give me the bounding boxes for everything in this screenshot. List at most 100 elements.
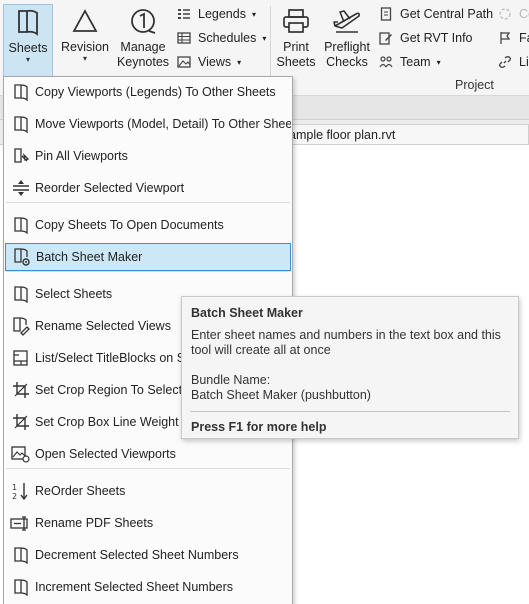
menu-item-reorder-sheets[interactable]: 1 2 ReOrder Sheets: [5, 477, 291, 505]
co-button[interactable]: Co: [497, 5, 529, 23]
schedules-dropdown[interactable]: Schedules ▾: [176, 29, 266, 47]
menu-item-label: Increment Selected Sheet Numbers: [35, 580, 234, 594]
preflight-label-2: Checks: [326, 55, 368, 69]
team-dropdown[interactable]: Team ▾: [378, 53, 493, 71]
menu-item-label: Copy Viewports (Legends) To Other Sheets: [35, 85, 276, 99]
get-rvt-info-button[interactable]: Get RVT Info: [378, 29, 493, 47]
team-icon: [378, 54, 394, 70]
get-rvt-info-label: Get RVT Info: [400, 31, 473, 45]
print-sheets-button[interactable]: Print Sheets: [275, 4, 317, 70]
views-label: Views: [198, 55, 232, 69]
svg-text:2: 2: [12, 492, 17, 501]
menu-item-label: Batch Sheet Maker: [36, 250, 143, 264]
menu-separator: [6, 271, 290, 272]
keynote-icon: [129, 4, 157, 38]
menu-item-label: Set Crop Region To Selected: [35, 383, 196, 397]
titleblock-icon: [10, 347, 32, 369]
tooltip-description: Enter sheet names and numbers in the tex…: [191, 328, 501, 357]
print-label-2: Sheets: [276, 55, 316, 69]
manage-keynotes-label-2: Keynotes: [116, 55, 170, 69]
loop-icon: [497, 6, 513, 22]
reorder-icon: [10, 177, 32, 199]
open-viewport-icon: [10, 443, 32, 465]
tooltip-help: Press F1 for more help: [191, 420, 327, 434]
sheets-icon: [15, 5, 41, 39]
lin-label: Lin: [519, 55, 529, 69]
tooltip-title: Batch Sheet Maker: [191, 306, 303, 320]
sheets-button[interactable]: Sheets ▾: [3, 4, 53, 76]
rename-pdf-icon: [10, 512, 32, 534]
menu-item-rename-pdf-sheets[interactable]: Rename PDF Sheets: [5, 509, 291, 537]
schedules-label: Schedules: [198, 31, 257, 45]
tooltip-bundle-label: Bundle Name:: [191, 373, 271, 387]
menu-item-label: Select Sheets: [35, 287, 113, 301]
menu-item-increment-selected-sheet-numbers[interactable]: Increment Selected Sheet Numbers: [5, 573, 291, 601]
menu-item-label: ReOrder Sheets: [35, 484, 126, 498]
menu-item-label: Pin All Viewports: [35, 149, 128, 163]
airplane-icon: [332, 4, 362, 38]
menu-item-label: Decrement Selected Sheet Numbers: [35, 548, 239, 562]
tooltip-bundle-value: Batch Sheet Maker (pushbutton): [191, 388, 371, 402]
image-icon: [176, 54, 192, 70]
menu-item-copy-viewports-legends-to-other-sheets[interactable]: Copy Viewports (Legends) To Other Sheets: [5, 78, 291, 106]
chevron-down-icon: ▾: [251, 9, 256, 19]
project-group: Get Central Path Get RVT Info Team ▾: [378, 5, 493, 71]
chevron-down-icon: ▾: [436, 57, 441, 67]
sheet-icon: [10, 544, 32, 566]
sheet-select-icon: [10, 283, 32, 305]
manage-keynotes-button[interactable]: Manage Keynotes: [117, 4, 169, 70]
sheet-copy-icon: [10, 81, 32, 103]
menu-item-open-selected-viewports[interactable]: Open Selected Viewports: [5, 440, 291, 468]
menu-item-label: Copy Sheets To Open Documents: [35, 218, 224, 232]
document-icon: [378, 6, 394, 22]
far-label: Far: [519, 31, 529, 45]
menu-item-move-viewports-model-detail-to-other-sheets[interactable]: Move Viewports (Model, Detail) To Other …: [5, 110, 291, 138]
sheets-label: Sheets: [8, 41, 48, 55]
revision-button[interactable]: Revision ▾: [60, 4, 110, 63]
menu-separator: [6, 202, 290, 203]
manage-keynotes-label-1: Manage: [120, 40, 166, 54]
menu-item-label: Rename PDF Sheets: [35, 516, 154, 530]
chevron-down-icon: ▾: [262, 33, 267, 43]
project-panel-label: Project: [455, 78, 494, 92]
menu-separator: [6, 468, 290, 469]
team-label: Team: [400, 55, 431, 69]
preflight-checks-button[interactable]: Preflight Checks: [323, 4, 371, 70]
document-tab[interactable]: ample floor plan.rvt: [282, 124, 529, 144]
batch-sheet-maker-tooltip: Batch Sheet Maker Enter sheet names and …: [181, 296, 519, 439]
svg-text:1: 1: [12, 483, 17, 492]
crop-icon: [10, 411, 32, 433]
pin-icon: [10, 145, 32, 167]
views-group: Legends ▾ Schedules ▾ Views ▾: [176, 5, 266, 71]
triangle-icon: [72, 4, 98, 38]
co-label: Co: [519, 7, 529, 21]
menu-item-reorder-selected-viewport[interactable]: Reorder Selected Viewport: [5, 174, 291, 202]
flag-icon: [497, 30, 513, 46]
get-central-path-button[interactable]: Get Central Path: [378, 5, 493, 23]
chevron-down-icon: ▾: [25, 55, 30, 64]
menu-item-batch-sheet-maker[interactable]: Batch Sheet Maker: [5, 243, 291, 271]
sheet-gear-icon: [11, 246, 33, 268]
lin-button[interactable]: Lin: [497, 53, 529, 71]
chevron-down-icon: ▾: [237, 57, 242, 67]
menu-item-label: Open Selected Viewports: [35, 447, 176, 461]
revision-label: Revision: [61, 40, 109, 54]
menu-item-label: Set Crop Box Line Weight: [35, 415, 179, 429]
views-dropdown[interactable]: Views ▾: [176, 53, 266, 71]
get-central-path-label: Get Central Path: [400, 7, 494, 21]
sheet-move-icon: [10, 113, 32, 135]
sort-order-icon: 12: [10, 480, 32, 502]
app-window: Sheets ▾ Revision ▾ Manage Keynotes Lege…: [0, 0, 529, 604]
far-button[interactable]: Far: [497, 29, 529, 47]
printer-icon: [282, 4, 310, 38]
sheet-copy-icon: [10, 214, 32, 236]
legend-icon: [176, 6, 192, 22]
legends-label: Legends: [198, 7, 246, 21]
sheet-icon: [10, 576, 32, 598]
legends-dropdown[interactable]: Legends ▾: [176, 5, 266, 23]
menu-item-copy-sheets-to-open-documents[interactable]: Copy Sheets To Open Documents: [5, 211, 291, 239]
menu-item-label: Reorder Selected Viewport: [35, 181, 185, 195]
print-label-1: Print: [283, 40, 309, 54]
menu-item-decrement-selected-sheet-numbers[interactable]: Decrement Selected Sheet Numbers: [5, 541, 291, 569]
menu-item-pin-all-viewports[interactable]: Pin All Viewports: [5, 142, 291, 170]
